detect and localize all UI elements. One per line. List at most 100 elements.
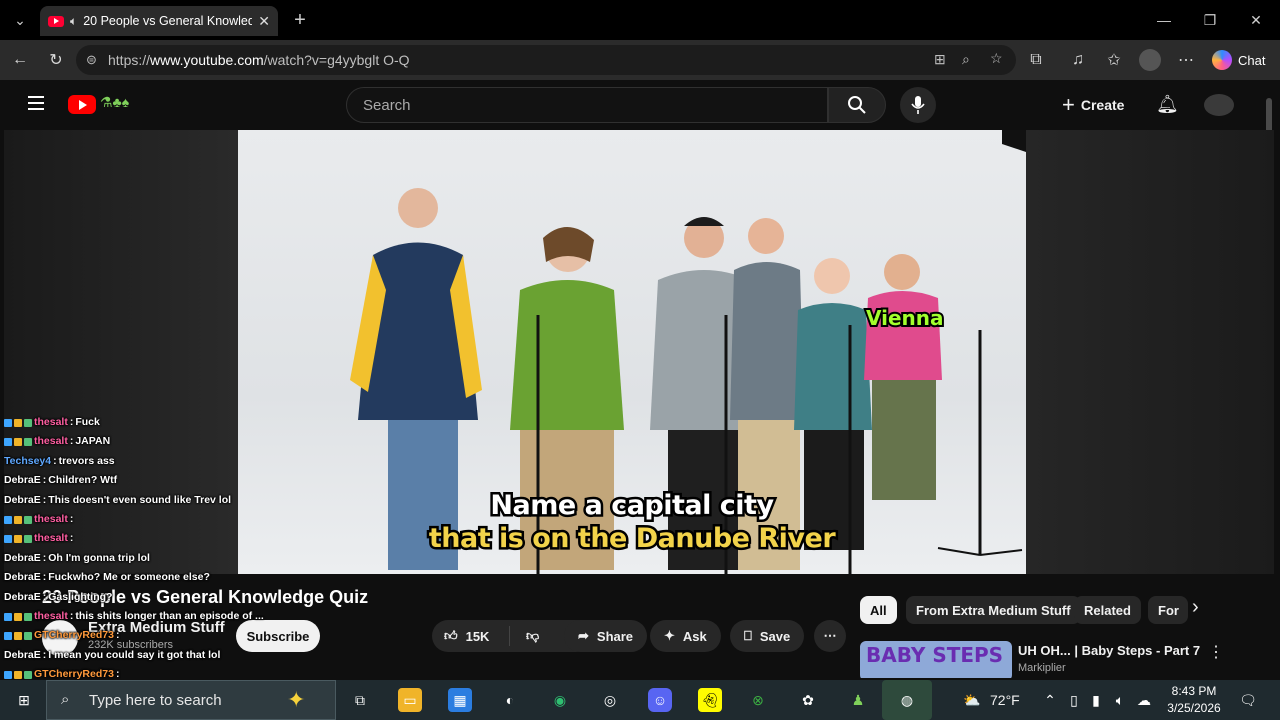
chat-username: DebraE (4, 648, 41, 661)
volume-icon[interactable]: 🔈︎ (1108, 688, 1132, 712)
snapchat-icon[interactable]: 👻︎ (698, 688, 722, 712)
chat-message: DebraE : Children? Wtf (4, 471, 264, 490)
save-label: Save (759, 628, 791, 644)
chevron-right-icon[interactable]: › (1192, 596, 1199, 619)
chat-message: DebraE : Fuckwho? Me or someone else? (4, 568, 264, 587)
file-explorer-icon[interactable]: ▭ (398, 688, 422, 712)
zoom-icon[interactable]: ⌕ (962, 51, 970, 68)
chat-text: this shits longer than an episode of ... (75, 609, 264, 622)
edge-icon[interactable]: ◉ (548, 688, 572, 712)
notifications-bell-icon[interactable]: 🔔︎ (1156, 94, 1179, 115)
site-info-icon[interactable]: ⊜ (86, 52, 97, 68)
xbox-icon[interactable]: ⊗ (746, 688, 770, 712)
search-button[interactable] (828, 87, 886, 123)
save-button[interactable]: ⎕ Save (730, 620, 805, 652)
discord-icon[interactable]: ☺ (648, 688, 672, 712)
browser-essentials-icon[interactable]: ♫ (1066, 48, 1090, 72)
active-app-icon[interactable]: ◍ (882, 680, 932, 720)
create-button[interactable]: + Create (1062, 90, 1142, 120)
steam-icon[interactable]: ◐ (498, 688, 522, 712)
chat-username: thesalt (34, 609, 68, 622)
close-window-icon[interactable]: ✕ (1244, 8, 1268, 32)
more-menu-icon[interactable]: ⋯ (1174, 48, 1198, 72)
chat-text: JAPAN (75, 435, 111, 448)
browser-tab[interactable]: 🔈︎ 20 People vs General Knowledge Quiz ✕ (40, 6, 278, 36)
sparkle-icon: ✦ (664, 628, 675, 643)
recommendation-title[interactable]: UH OH... | Baby Steps - Part 7 (1018, 643, 1200, 658)
tab-list-icon[interactable]: ⌄ (8, 8, 32, 32)
search-input[interactable]: Search (346, 87, 828, 123)
weather-temperature[interactable]: 72°F (990, 692, 1020, 708)
like-button[interactable]: 👍︎ 15K (432, 626, 510, 646)
recommendation-channel[interactable]: Markiplier (1018, 662, 1066, 674)
tab-title: 20 People vs General Knowledge Quiz (83, 14, 253, 28)
chat-separator: : (69, 532, 74, 545)
answer-overlay-text: Vienna (864, 304, 946, 332)
weather-icon[interactable]: ⛅ (960, 688, 984, 712)
new-tab-icon[interactable]: + (288, 8, 312, 32)
chat-message: thesalt : (4, 529, 264, 548)
chat-text: Oh I'm gonna trip lol (48, 551, 150, 564)
task-view-icon[interactable]: ⧉ (348, 688, 372, 712)
extensions-icon[interactable]: ⧉ (1024, 48, 1048, 72)
copilot-icon (1212, 50, 1232, 70)
chat-badge-icon (24, 670, 32, 679)
windows-start-icon[interactable]: ⊞ (12, 688, 36, 712)
chat-username: DebraE (4, 474, 41, 487)
ask-button[interactable]: ✦ Ask (650, 620, 721, 652)
address-bar[interactable]: ⊜ https://www.youtube.com/watch?v=g4yybg… (76, 45, 1016, 75)
app-icon[interactable]: ✿ (796, 688, 820, 712)
search-icon (848, 96, 866, 114)
voice-search-button[interactable] (900, 87, 936, 123)
chat-username: thesalt (34, 435, 68, 448)
recommendation-menu-icon[interactable]: ⋮ (1208, 642, 1224, 662)
chat-badge-icon (24, 438, 32, 447)
taskbar-search-box[interactable]: ⌕ Type here to search ✦ (46, 680, 336, 720)
copilot-chat-button[interactable]: Chat (1208, 46, 1274, 74)
profile-avatar-icon[interactable] (1138, 48, 1162, 72)
battery-icon[interactable]: ▯ (1062, 688, 1086, 712)
chat-badge-icon (14, 631, 22, 640)
video-player[interactable]: Vienna Name a capital city that is on th… (238, 130, 1026, 574)
chip-all[interactable]: All (860, 596, 897, 624)
recommendation-thumbnail[interactable]: BABY STEPS (860, 641, 1012, 678)
youtube-logo-icon[interactable] (68, 95, 96, 114)
game-app-icon[interactable]: ♟ (846, 688, 870, 712)
chat-separator: : (42, 590, 47, 603)
chat-message: Techsey4 : trevors ass (4, 452, 264, 471)
ask-label: Ask (682, 628, 707, 644)
chat-separator: : (42, 493, 47, 506)
onedrive-cloud-icon[interactable]: ☁ (1132, 688, 1156, 712)
refresh-icon[interactable]: ↻ (44, 48, 68, 72)
url-path: /watch?v=g4yybglt O-Q (263, 52, 410, 68)
restore-icon[interactable]: ❐ (1198, 8, 1222, 32)
system-clock[interactable]: 8:43 PM 3/25/2026 (1158, 683, 1230, 717)
url-prefix: https:// (108, 52, 151, 68)
plus-icon: + (1062, 92, 1075, 117)
show-hidden-icons[interactable]: ⌃ (1038, 688, 1062, 712)
thumbs-down-icon[interactable]: 👎︎ (518, 628, 539, 644)
share-button[interactable]: ➦ Share (564, 620, 648, 652)
account-avatar[interactable] (1204, 94, 1234, 116)
obs-icon[interactable]: ◎ (598, 688, 622, 712)
favorites-icon[interactable]: ✩ (1102, 48, 1126, 72)
usb-icon[interactable]: ▮ (1084, 688, 1108, 712)
menu-icon[interactable] (28, 96, 44, 110)
chip-from-channel[interactable]: From Extra Medium Stuff (906, 596, 1081, 624)
minimize-icon[interactable]: — (1152, 8, 1176, 32)
chat-message: thesalt : Fuck (4, 413, 264, 432)
more-actions-button[interactable]: ⋯ (814, 620, 846, 652)
microsoft-store-icon[interactable]: ▦ (448, 688, 472, 712)
share-label: Share (596, 628, 634, 644)
chip-for-you[interactable]: For (1148, 596, 1188, 624)
back-icon[interactable]: ← (8, 48, 32, 72)
favorite-star-icon[interactable]: ☆ (990, 50, 1003, 67)
close-tab-icon[interactable]: ✕ (258, 13, 270, 30)
chat-message: DebraE : This doesn't even sound like Tr… (4, 491, 264, 510)
doodle-icon[interactable]: ⚗♣♠ (100, 94, 129, 111)
speaker-icon[interactable]: 🔈︎ (70, 14, 77, 29)
chip-related[interactable]: Related (1074, 596, 1141, 624)
chat-badge-icon (4, 670, 12, 679)
notification-center-icon[interactable]: 🗨︎ (1236, 688, 1260, 712)
app-available-icon[interactable]: ⊞ (934, 51, 946, 68)
